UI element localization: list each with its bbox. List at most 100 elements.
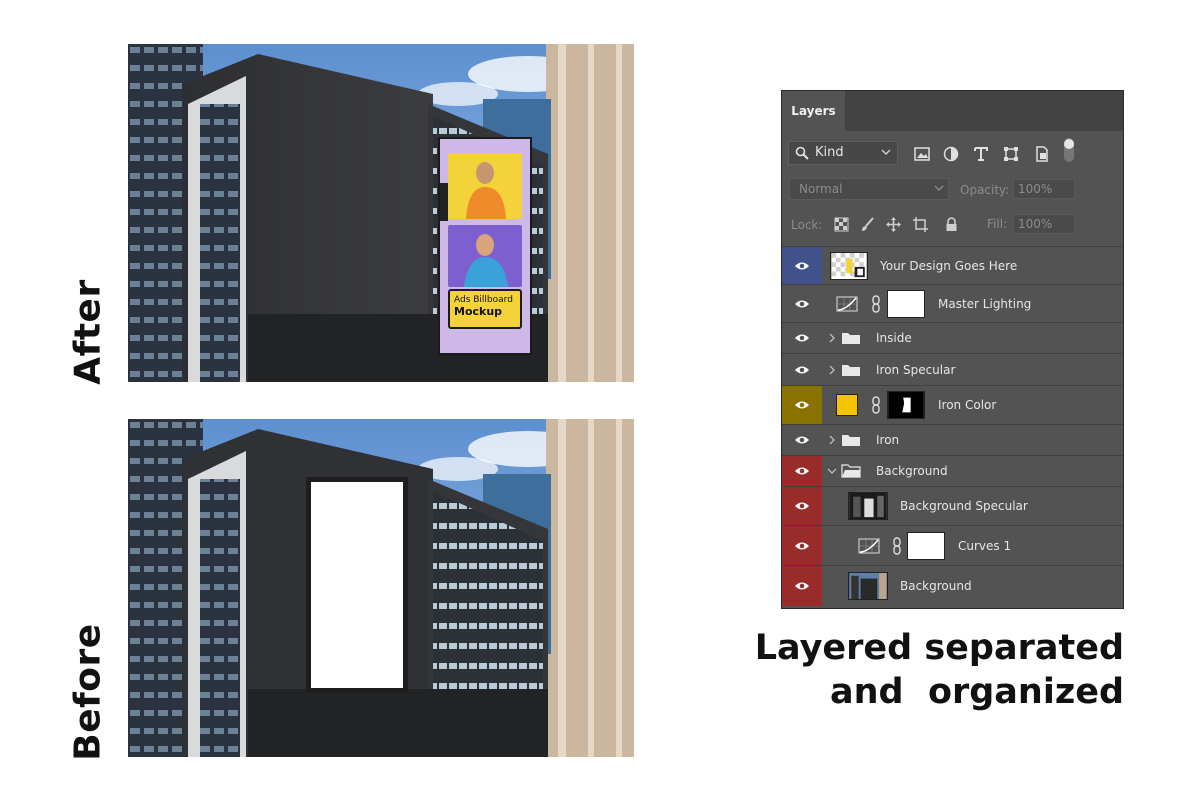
folder-icon: [842, 435, 860, 446]
filter-row: Kind: [782, 131, 1123, 165]
blend-row: Normal Opacity: 100%: [782, 175, 1123, 205]
tagline-line-2: and organized: [829, 672, 1124, 712]
visibility-toggle[interactable]: [782, 285, 822, 322]
opacity-field[interactable]: 100%: [1013, 179, 1075, 199]
link-chain-icon[interactable]: [892, 536, 902, 555]
layer-row-iron-color[interactable]: Iron Color: [782, 385, 1123, 424]
layer-name: Inside: [876, 331, 912, 345]
eye-icon: [795, 467, 809, 475]
layer-row-curves-1[interactable]: Curves 1: [782, 525, 1123, 565]
chevron-down-icon: [881, 149, 891, 155]
adjustment-filter-icon[interactable]: [943, 146, 959, 162]
eye-icon: [795, 582, 809, 590]
billboard-photo-top: [448, 153, 522, 219]
kind-filter-value: Kind: [815, 145, 844, 160]
layer-row-master-lighting[interactable]: Master Lighting: [782, 284, 1123, 322]
layer-mask-thumbnail: [887, 289, 925, 318]
chevron-down-icon[interactable]: [827, 467, 837, 475]
layer-name: Background Specular: [900, 499, 1028, 513]
visibility-toggle[interactable]: [782, 323, 822, 353]
folder-icon: [842, 333, 860, 344]
fill-label: Fill:: [987, 217, 1008, 231]
kind-filter-select[interactable]: Kind: [788, 141, 898, 165]
fill-field[interactable]: 100%: [1013, 214, 1075, 234]
chevron-down-icon: [934, 185, 944, 191]
blend-mode-select[interactable]: Normal: [789, 178, 949, 200]
layer-row-background[interactable]: Background: [782, 565, 1123, 606]
layer-name: Master Lighting: [938, 296, 1032, 311]
after-label: After: [67, 279, 109, 385]
before-label: Before: [67, 623, 109, 761]
visibility-toggle[interactable]: [782, 354, 822, 385]
layer-row-iron[interactable]: Iron: [782, 424, 1123, 455]
visibility-toggle[interactable]: [782, 425, 822, 455]
chevron-right-icon[interactable]: [828, 435, 836, 445]
layer-name: Background: [876, 464, 948, 478]
panel-tab-bar: Layers: [782, 91, 1123, 131]
eye-icon: [795, 300, 809, 307]
image-filter-icon[interactable]: [914, 146, 930, 162]
layer-name: Background: [900, 579, 972, 593]
fill-value: 100%: [1018, 217, 1053, 231]
eye-icon: [795, 401, 809, 409]
visibility-toggle[interactable]: [782, 526, 822, 565]
eye-icon: [795, 334, 809, 342]
layer-row-background-group[interactable]: Background: [782, 455, 1123, 486]
blend-mode-value: Normal: [799, 182, 843, 196]
tagline-line-1: Layered separated: [754, 628, 1124, 668]
eye-icon: [795, 262, 809, 269]
lock-transparency-icon[interactable]: [834, 217, 849, 232]
visibility-toggle[interactable]: [782, 487, 822, 525]
opacity-label: Opacity:: [960, 183, 1010, 197]
shape-filter-icon[interactable]: [1003, 146, 1019, 162]
eye-icon: [795, 542, 809, 549]
open-folder-icon: [841, 464, 861, 478]
layers-list: Your Design Goes Here Master Lighting In…: [782, 246, 1123, 608]
eye-icon: [795, 366, 809, 373]
link-chain-icon[interactable]: [871, 396, 881, 414]
chevron-right-icon[interactable]: [828, 333, 836, 343]
type-filter-icon[interactable]: [973, 146, 989, 162]
eye-icon: [795, 436, 809, 444]
lock-position-move-icon[interactable]: [886, 217, 901, 232]
lock-label: Lock:: [791, 218, 823, 232]
lock-pixels-brush-icon[interactable]: [860, 217, 875, 232]
chevron-right-icon[interactable]: [828, 365, 836, 375]
eye-icon: [795, 502, 809, 510]
layer-name: Curves 1: [958, 538, 1012, 553]
layer-mask-thumbnail: [907, 531, 945, 560]
billboard-title-card: Ads Billboard Mockup: [448, 289, 522, 329]
curves-adjustment-icon: [858, 538, 880, 553]
visibility-toggle[interactable]: [782, 566, 822, 606]
folder-icon: [842, 364, 860, 376]
lock-artboard-icon[interactable]: [913, 217, 928, 232]
visibility-toggle[interactable]: [782, 247, 822, 284]
filter-toggle-icon[interactable]: [1062, 137, 1076, 163]
tab-layers[interactable]: Layers: [782, 91, 845, 131]
layer-row-background-specular[interactable]: Background Specular: [782, 486, 1123, 525]
search-icon: [795, 146, 809, 160]
layer-mask-thumbnail: [887, 391, 925, 419]
layer-name: Iron Specular: [876, 362, 956, 377]
visibility-toggle[interactable]: [782, 456, 822, 486]
smart-object-thumbnail: [830, 251, 868, 280]
layer-name: Iron Color: [938, 398, 997, 412]
link-chain-icon[interactable]: [871, 294, 881, 313]
layers-panel: Layers Kind Normal Opacity: 100% Lock: F…: [781, 90, 1124, 609]
before-photo: [128, 419, 634, 757]
layer-row-inside[interactable]: Inside: [782, 322, 1123, 353]
lock-row: Lock: Fill: 100%: [782, 209, 1123, 239]
billboard-title-line2: Mockup: [454, 305, 503, 318]
layer-row-your-design[interactable]: Your Design Goes Here: [782, 246, 1123, 284]
layer-name: Your Design Goes Here: [880, 258, 1018, 273]
layer-row-iron-specular[interactable]: Iron Specular: [782, 353, 1123, 385]
billboard-side-strip: [440, 183, 448, 221]
layer-name: Iron: [876, 433, 900, 447]
smart-object-filter-icon[interactable]: [1034, 146, 1050, 162]
billboard-artwork: Ads Billboard Mockup: [438, 137, 532, 355]
lock-all-icon[interactable]: [944, 217, 959, 232]
visibility-toggle[interactable]: [782, 386, 822, 424]
color-fill-swatch: [836, 394, 858, 416]
billboard-photo-bottom: [448, 225, 522, 287]
curves-adjustment-icon: [836, 296, 858, 311]
